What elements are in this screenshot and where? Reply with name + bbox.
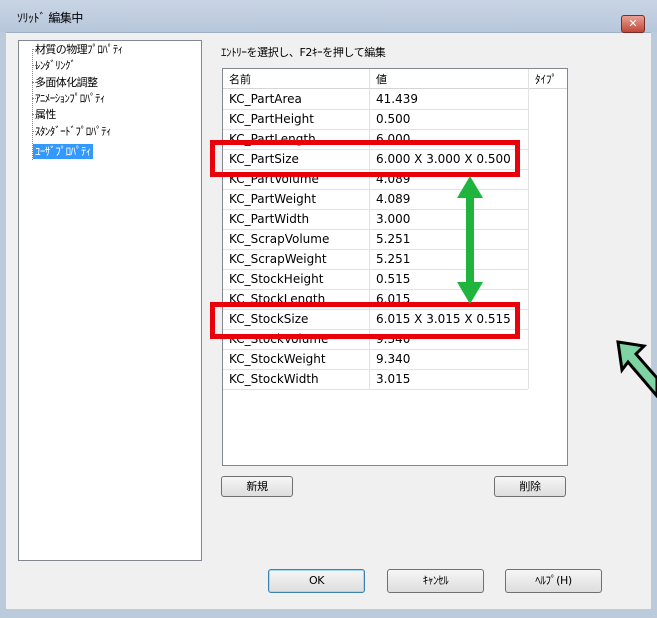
property-value[interactable]: 0.515 <box>376 272 410 286</box>
tree-item-polyhedron-adjust[interactable]: 多面体化調整 <box>35 75 98 90</box>
window-frame-left <box>0 32 6 618</box>
property-value[interactable]: 9.340 <box>376 352 410 366</box>
property-name: KC_StockWeight <box>229 352 326 366</box>
column-header-name[interactable]: 名前 <box>229 71 251 87</box>
table-row[interactable]: KC_PartHeight 0.500 <box>223 109 528 130</box>
property-value[interactable]: 5.251 <box>376 232 410 246</box>
property-value[interactable]: 0.500 <box>376 112 410 126</box>
tree-item-standard[interactable]: ｽﾀﾝﾀﾞｰﾄﾞﾌﾟﾛﾊﾟﾃｨ <box>35 124 112 139</box>
title-bar[interactable]: ｿﾘｯﾄﾞ 編集中 ✕ <box>0 0 657 33</box>
column-header-value[interactable]: 値 <box>376 71 387 87</box>
tree-item-animation[interactable]: ｱﾆﾒｰｼｮﾝﾌﾟﾛﾊﾟﾃｨ <box>35 91 105 106</box>
stocksize-highlight-box <box>210 302 520 339</box>
table-row[interactable]: KC_PartArea 41.439 <box>223 89 528 110</box>
category-tree[interactable]: 材質の物理ﾌﾟﾛﾊﾟﾃｨ ﾚﾝﾀﾞﾘﾝｸﾞ 多面体化調整 ｱﾆﾒｰｼｮﾝﾌﾟﾛﾊ… <box>18 40 202 561</box>
ok-button[interactable]: OK <box>268 569 365 593</box>
help-button[interactable]: ﾍﾙﾌﾟ(H) <box>505 569 602 593</box>
cancel-button[interactable]: ｷｬﾝｾﾙ <box>387 569 484 593</box>
property-value[interactable]: 5.251 <box>376 252 410 266</box>
grid-header: 名前 値 ﾀｲﾌﾟ <box>223 69 567 89</box>
property-value[interactable]: 41.439 <box>376 92 418 106</box>
column-divider <box>528 69 529 389</box>
double-arrow-icon <box>457 176 483 304</box>
dialog-window: ｿﾘｯﾄﾞ 編集中 ✕ 材質の物理ﾌﾟﾛﾊﾟﾃｨ ﾚﾝﾀﾞﾘﾝｸﾞ 多面体化調整… <box>0 0 657 618</box>
tree-item-attributes[interactable]: 属性 <box>35 107 56 122</box>
property-value[interactable]: 3.000 <box>376 212 410 226</box>
column-header-type[interactable]: ﾀｲﾌﾟ <box>535 71 557 87</box>
property-name: KC_PartWeight <box>229 192 317 206</box>
table-row[interactable]: KC_StockWidth 3.015 <box>223 369 528 390</box>
property-name: KC_PartHeight <box>229 112 314 126</box>
new-button[interactable]: 新規 <box>221 476 293 497</box>
delete-button[interactable]: 削除 <box>494 476 566 497</box>
tree-item-user-properties[interactable]: ﾕｰｻﾞﾌﾟﾛﾊﾟﾃｨ <box>33 144 93 159</box>
property-name: KC_PartWidth <box>229 212 310 226</box>
partsize-highlight-box <box>210 140 520 177</box>
property-value[interactable]: 4.089 <box>376 192 410 206</box>
tree-item-rendering[interactable]: ﾚﾝﾀﾞﾘﾝｸﾞ <box>35 58 76 73</box>
instruction-text: ｴﾝﾄﾘｰを選択し、F2ｷｰを押して編集 <box>221 46 386 59</box>
pointer-arrow-icon <box>616 340 657 398</box>
close-button[interactable]: ✕ <box>621 15 645 33</box>
window-title: ｿﾘｯﾄﾞ 編集中 <box>17 11 83 25</box>
tree-item-material-physical[interactable]: 材質の物理ﾌﾟﾛﾊﾟﾃｨ <box>35 42 123 57</box>
window-frame-bottom <box>0 609 657 618</box>
table-row[interactable]: KC_StockWeight 9.340 <box>223 349 528 370</box>
property-name: KC_ScrapVolume <box>229 232 330 246</box>
property-name: KC_ScrapWeight <box>229 252 327 266</box>
property-value[interactable]: 3.015 <box>376 372 410 386</box>
property-name: KC_StockHeight <box>229 272 324 286</box>
property-name: KC_StockWidth <box>229 372 319 386</box>
window-frame-right <box>651 32 657 618</box>
property-name: KC_PartArea <box>229 92 302 106</box>
property-grid[interactable]: 名前 値 ﾀｲﾌﾟ KC_PartArea 41.439 KC_PartHeigh… <box>222 68 568 466</box>
